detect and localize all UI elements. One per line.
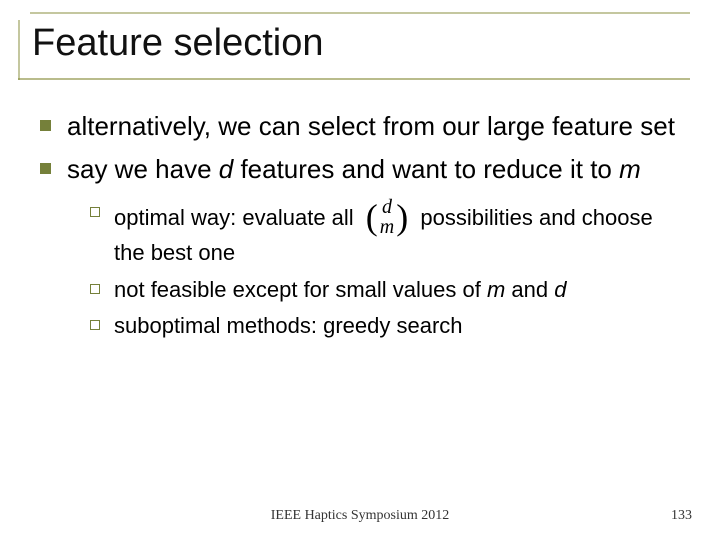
- rule-top: [30, 12, 690, 14]
- open-square-bullet-icon: [90, 320, 100, 330]
- text-part: say we have: [67, 154, 219, 184]
- binom-top: d: [382, 197, 392, 217]
- bullet-level2: suboptimal methods: greedy search: [90, 312, 680, 341]
- rule-bottom: [18, 78, 690, 80]
- italic-var: d: [219, 154, 233, 184]
- footer-text: IEEE Haptics Symposium 2012: [0, 508, 720, 524]
- open-square-bullet-icon: [90, 207, 100, 217]
- square-bullet-icon: [40, 163, 51, 174]
- italic-var: d: [554, 277, 566, 302]
- bullet-text: say we have d features and want to reduc…: [67, 153, 641, 186]
- square-bullet-icon: [40, 120, 51, 131]
- slide-title: Feature selection: [32, 22, 324, 65]
- page-number: 133: [671, 508, 692, 524]
- text-part: optimal way: evaluate all: [114, 205, 360, 230]
- bullet-level1: say we have d features and want to reduc…: [40, 153, 680, 186]
- text-part: not feasible except for small values of: [114, 277, 487, 302]
- bullet-text: optimal way: evaluate all ( d m ) possib…: [114, 199, 680, 268]
- bullet-level1: alternatively, we can select from our la…: [40, 110, 680, 143]
- sublist: optimal way: evaluate all ( d m ) possib…: [90, 199, 680, 341]
- binom-stack: d m: [380, 197, 394, 237]
- bullet-text: suboptimal methods: greedy search: [114, 312, 463, 341]
- italic-var: m: [619, 154, 641, 184]
- binomial-formula: ( d m ): [366, 197, 408, 237]
- binom-bot: m: [380, 217, 394, 237]
- bullet-level2: optimal way: evaluate all ( d m ) possib…: [90, 199, 680, 268]
- right-paren-icon: ): [396, 203, 408, 232]
- text-part: and: [505, 277, 554, 302]
- italic-var: m: [487, 277, 505, 302]
- rule-left: [18, 20, 20, 80]
- slide: Feature selection alternatively, we can …: [0, 0, 720, 540]
- slide-body: alternatively, we can select from our la…: [40, 110, 680, 349]
- bullet-text: alternatively, we can select from our la…: [67, 110, 675, 143]
- left-paren-icon: (: [366, 203, 378, 232]
- bullet-level2: not feasible except for small values of …: [90, 276, 680, 305]
- text-part: features and want to reduce it to: [233, 154, 619, 184]
- open-square-bullet-icon: [90, 284, 100, 294]
- bullet-text: not feasible except for small values of …: [114, 276, 566, 305]
